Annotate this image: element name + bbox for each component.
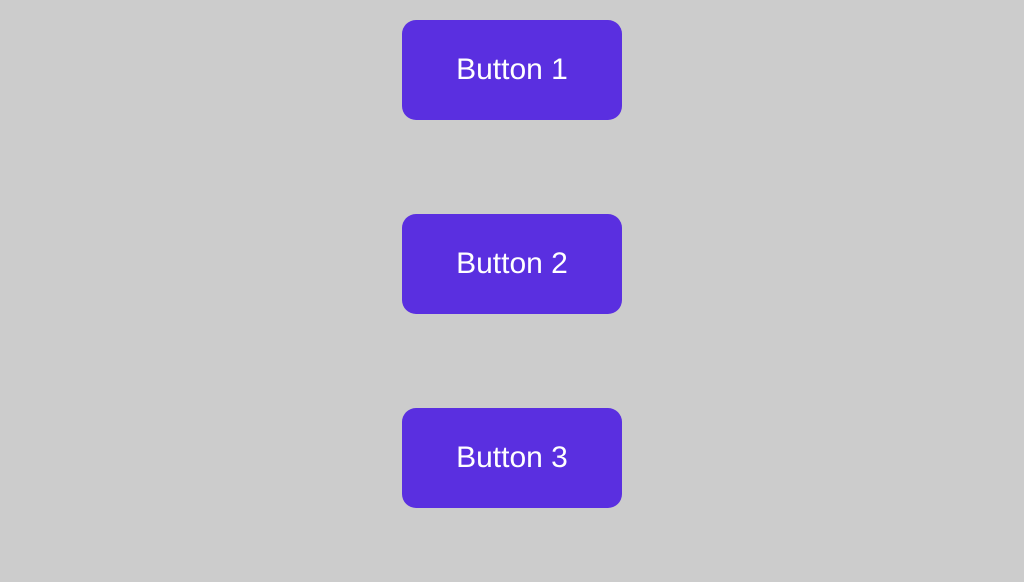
button-1[interactable]: Button 1	[402, 20, 622, 120]
button-3[interactable]: Button 3	[402, 408, 622, 508]
button-2[interactable]: Button 2	[402, 214, 622, 314]
